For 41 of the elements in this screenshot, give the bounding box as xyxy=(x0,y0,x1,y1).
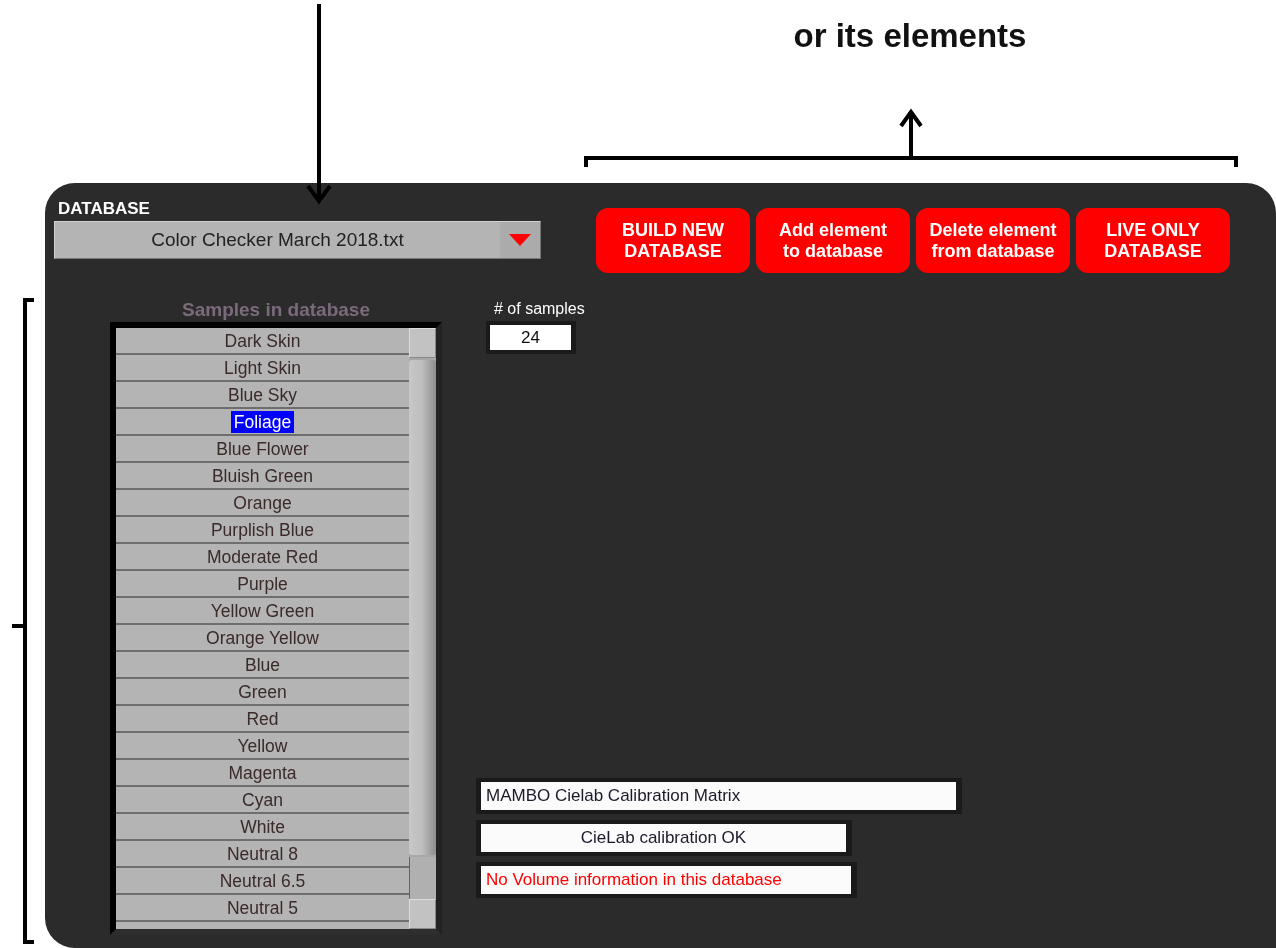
status-field: No Volume information in this database xyxy=(476,862,857,898)
scrollbar[interactable] xyxy=(409,328,436,929)
list-item[interactable]: Neutral 6.5 xyxy=(216,869,309,892)
scroll-up-button[interactable] xyxy=(409,328,436,358)
action-button[interactable]: Add element to database xyxy=(756,208,910,273)
annotation-caption: or its elements xyxy=(792,16,1028,56)
list-item[interactable]: Dark Skin xyxy=(221,329,304,352)
list-item[interactable]: Magenta xyxy=(225,761,300,784)
list-item[interactable]: Bluish Green xyxy=(208,464,317,487)
list-item[interactable]: Neutral 8 xyxy=(224,842,301,865)
action-button[interactable]: LIVE ONLY DATABASE xyxy=(1076,208,1230,273)
count-field: 24 xyxy=(486,321,576,354)
list-item[interactable]: Foliage xyxy=(230,410,295,433)
action-button[interactable]: Delete element from database xyxy=(916,208,1070,273)
caret-icon xyxy=(509,234,531,246)
list-item[interactable]: Yellow xyxy=(234,734,291,757)
scroll-thumb[interactable] xyxy=(409,360,436,855)
count-label: # of samples xyxy=(493,299,586,319)
list-item[interactable]: Moderate Red xyxy=(204,545,321,568)
up-arrow xyxy=(899,108,923,156)
scroll-down-button[interactable] xyxy=(409,899,436,929)
list-item[interactable]: Red xyxy=(243,707,282,730)
list-item[interactable]: Orange Yellow xyxy=(203,626,322,649)
status-field: CieLab calibration OK xyxy=(476,820,852,856)
status-field: MAMBO Cielab Calibration Matrix xyxy=(476,778,962,814)
list-item[interactable]: Light Skin xyxy=(221,356,304,379)
list-item[interactable]: Blue Flower xyxy=(213,437,312,460)
file-dropdown[interactable]: Color Checker March 2018.txt xyxy=(54,221,541,259)
list-item[interactable]: Purplish Blue xyxy=(207,518,318,541)
list-label: Samples in database xyxy=(182,299,370,321)
list-item[interactable]: Orange xyxy=(230,491,295,514)
list-item[interactable]: White xyxy=(237,815,288,838)
list-item[interactable]: Blue Sky xyxy=(224,383,301,406)
list-item[interactable]: Purple xyxy=(234,572,291,595)
list-item[interactable]: Green xyxy=(235,680,290,703)
list-item[interactable]: Neutral 5 xyxy=(224,896,301,919)
list-item[interactable]: Cyan xyxy=(239,788,286,811)
list-item[interactable]: Blue xyxy=(242,653,283,676)
database-label: DATABASE xyxy=(57,198,150,220)
action-button[interactable]: BUILD NEW DATABASE xyxy=(596,208,750,273)
list-item[interactable]: Yellow Green xyxy=(207,599,318,622)
